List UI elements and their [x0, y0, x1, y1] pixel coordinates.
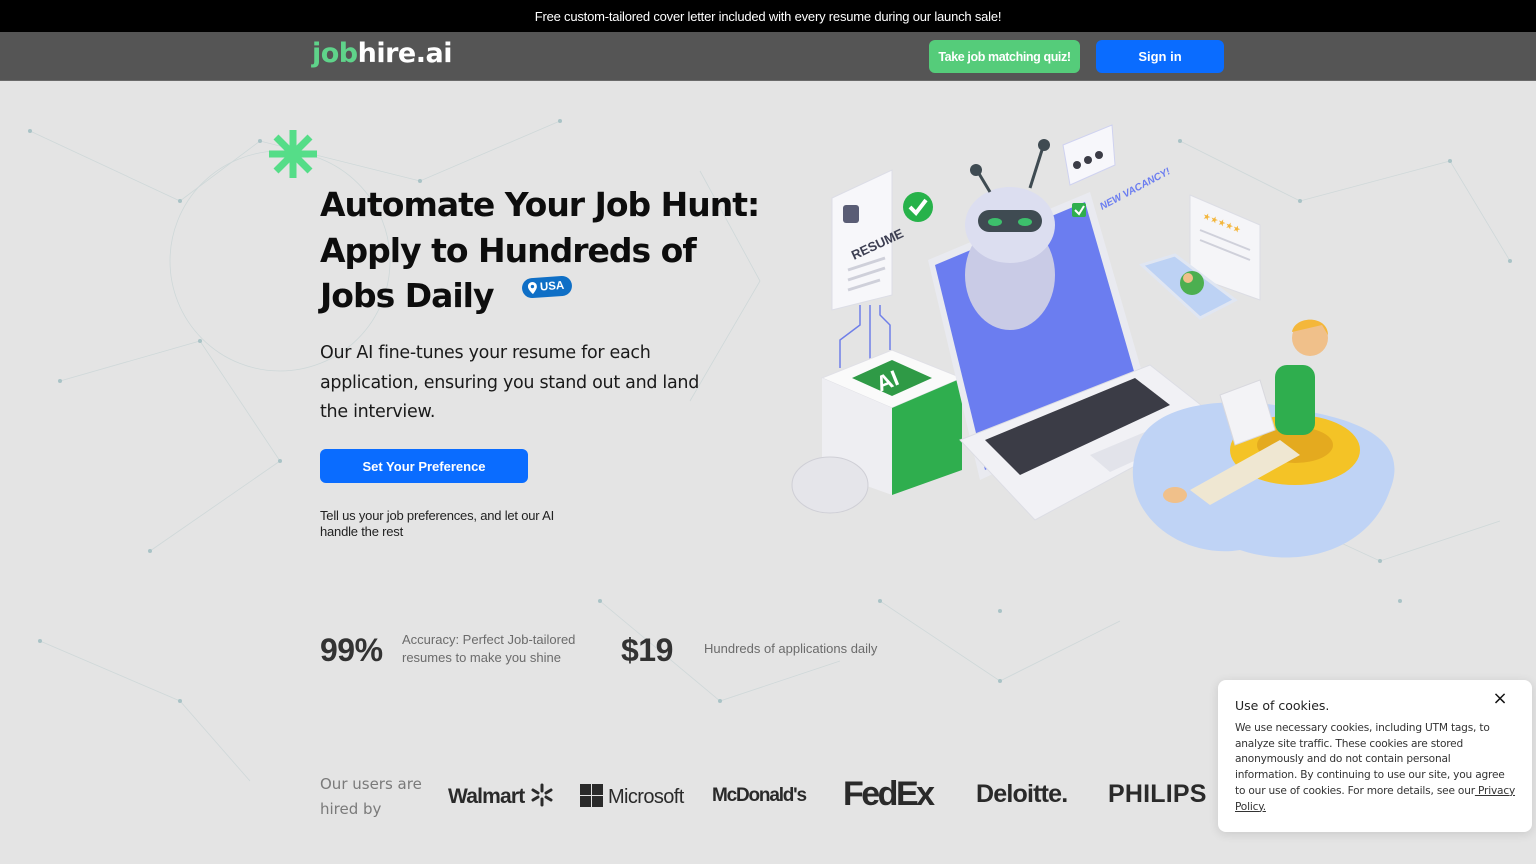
- stat-value: $19: [621, 632, 673, 668]
- brand-logo-microsoft: Microsoft: [580, 784, 684, 809]
- brand-logo-fedex: FedEx: [843, 775, 935, 814]
- hero-title-line-2: Apply to Hundreds of: [320, 230, 697, 270]
- brand-name: McDonald's: [712, 785, 807, 806]
- brand-name: FedEx: [843, 775, 935, 813]
- resume-card-illustration: RESUME: [831, 169, 933, 311]
- brand-name: Microsoft: [607, 786, 684, 808]
- announcement-text: Free custom-tailored cover letter includ…: [534, 8, 1002, 24]
- cookie-title: Use of cookies.: [1235, 698, 1330, 713]
- cookie-notice: Use of cookies. × We use necessary cooki…: [1218, 680, 1532, 832]
- brand-name: PHILIPS: [1108, 780, 1207, 808]
- job-quiz-button[interactable]: Take job matching quiz!: [929, 40, 1080, 73]
- logo-rest: hire.ai: [357, 38, 453, 69]
- person-on-float-illustration: [1132, 319, 1395, 558]
- cta-note: Tell us your job preferences, and let ou…: [320, 508, 555, 539]
- hero-title-line-3: Jobs Daily: [320, 276, 494, 315]
- brand-name: Deloitte.: [976, 780, 1068, 808]
- brand-logo-philips: PHILIPS: [1108, 780, 1207, 809]
- vacancy-label: NEW VACANCY!: [1098, 166, 1173, 213]
- logo-accent: job: [312, 38, 358, 69]
- hero-subtitle: Our AI fine-tunes your resume for each a…: [320, 343, 700, 422]
- cookie-body: We use necessary cookies, including UTM …: [1235, 721, 1515, 815]
- robot-illustration: [965, 139, 1055, 330]
- asterisk-icon: [269, 130, 317, 178]
- stat-value: 99%: [320, 632, 383, 668]
- location-badge: USA: [521, 275, 573, 299]
- set-preference-button[interactable]: Set Your Preference: [320, 449, 528, 483]
- stat-description: Hundreds of applications daily: [704, 641, 878, 656]
- stat-description: Accuracy: Perfect Job-tailored resumes t…: [402, 632, 576, 665]
- close-icon[interactable]: ×: [1490, 688, 1510, 709]
- sign-in-button[interactable]: Sign in: [1096, 40, 1224, 73]
- chat-bubble-illustration: [1062, 124, 1116, 186]
- microsoft-grid-icon: [580, 784, 603, 807]
- walmart-spark-icon: [531, 783, 553, 807]
- hero-title: Automate Your Job Hunt: Apply to Hundred…: [320, 182, 770, 319]
- brand-logo-walmart: Walmart: [448, 783, 554, 809]
- cookie-body-text: We use necessary cookies, including UTM …: [1235, 722, 1505, 797]
- logo[interactable]: jobhire.ai: [312, 38, 452, 69]
- hero-illustration: RESUME AI NEW VACANCY! ★★★★★: [791, 124, 1395, 558]
- brand-logo-mcdonalds: McDonald's: [712, 785, 807, 807]
- announcement-bar: Free custom-tailored cover letter includ…: [0, 0, 1536, 32]
- hero-title-line-1: Automate Your Job Hunt:: [320, 185, 760, 224]
- ai-chip-illustration: AI: [791, 349, 964, 514]
- map-pin-icon: [527, 282, 537, 295]
- brand-logo-deloitte: Deloitte.: [976, 780, 1068, 809]
- location-badge-label: USA: [539, 279, 565, 294]
- hired-by-label: Our users are hired by: [320, 775, 422, 818]
- brand-name: Walmart: [448, 785, 525, 808]
- site-header: jobhire.ai Take job matching quiz! Sign …: [0, 32, 1536, 81]
